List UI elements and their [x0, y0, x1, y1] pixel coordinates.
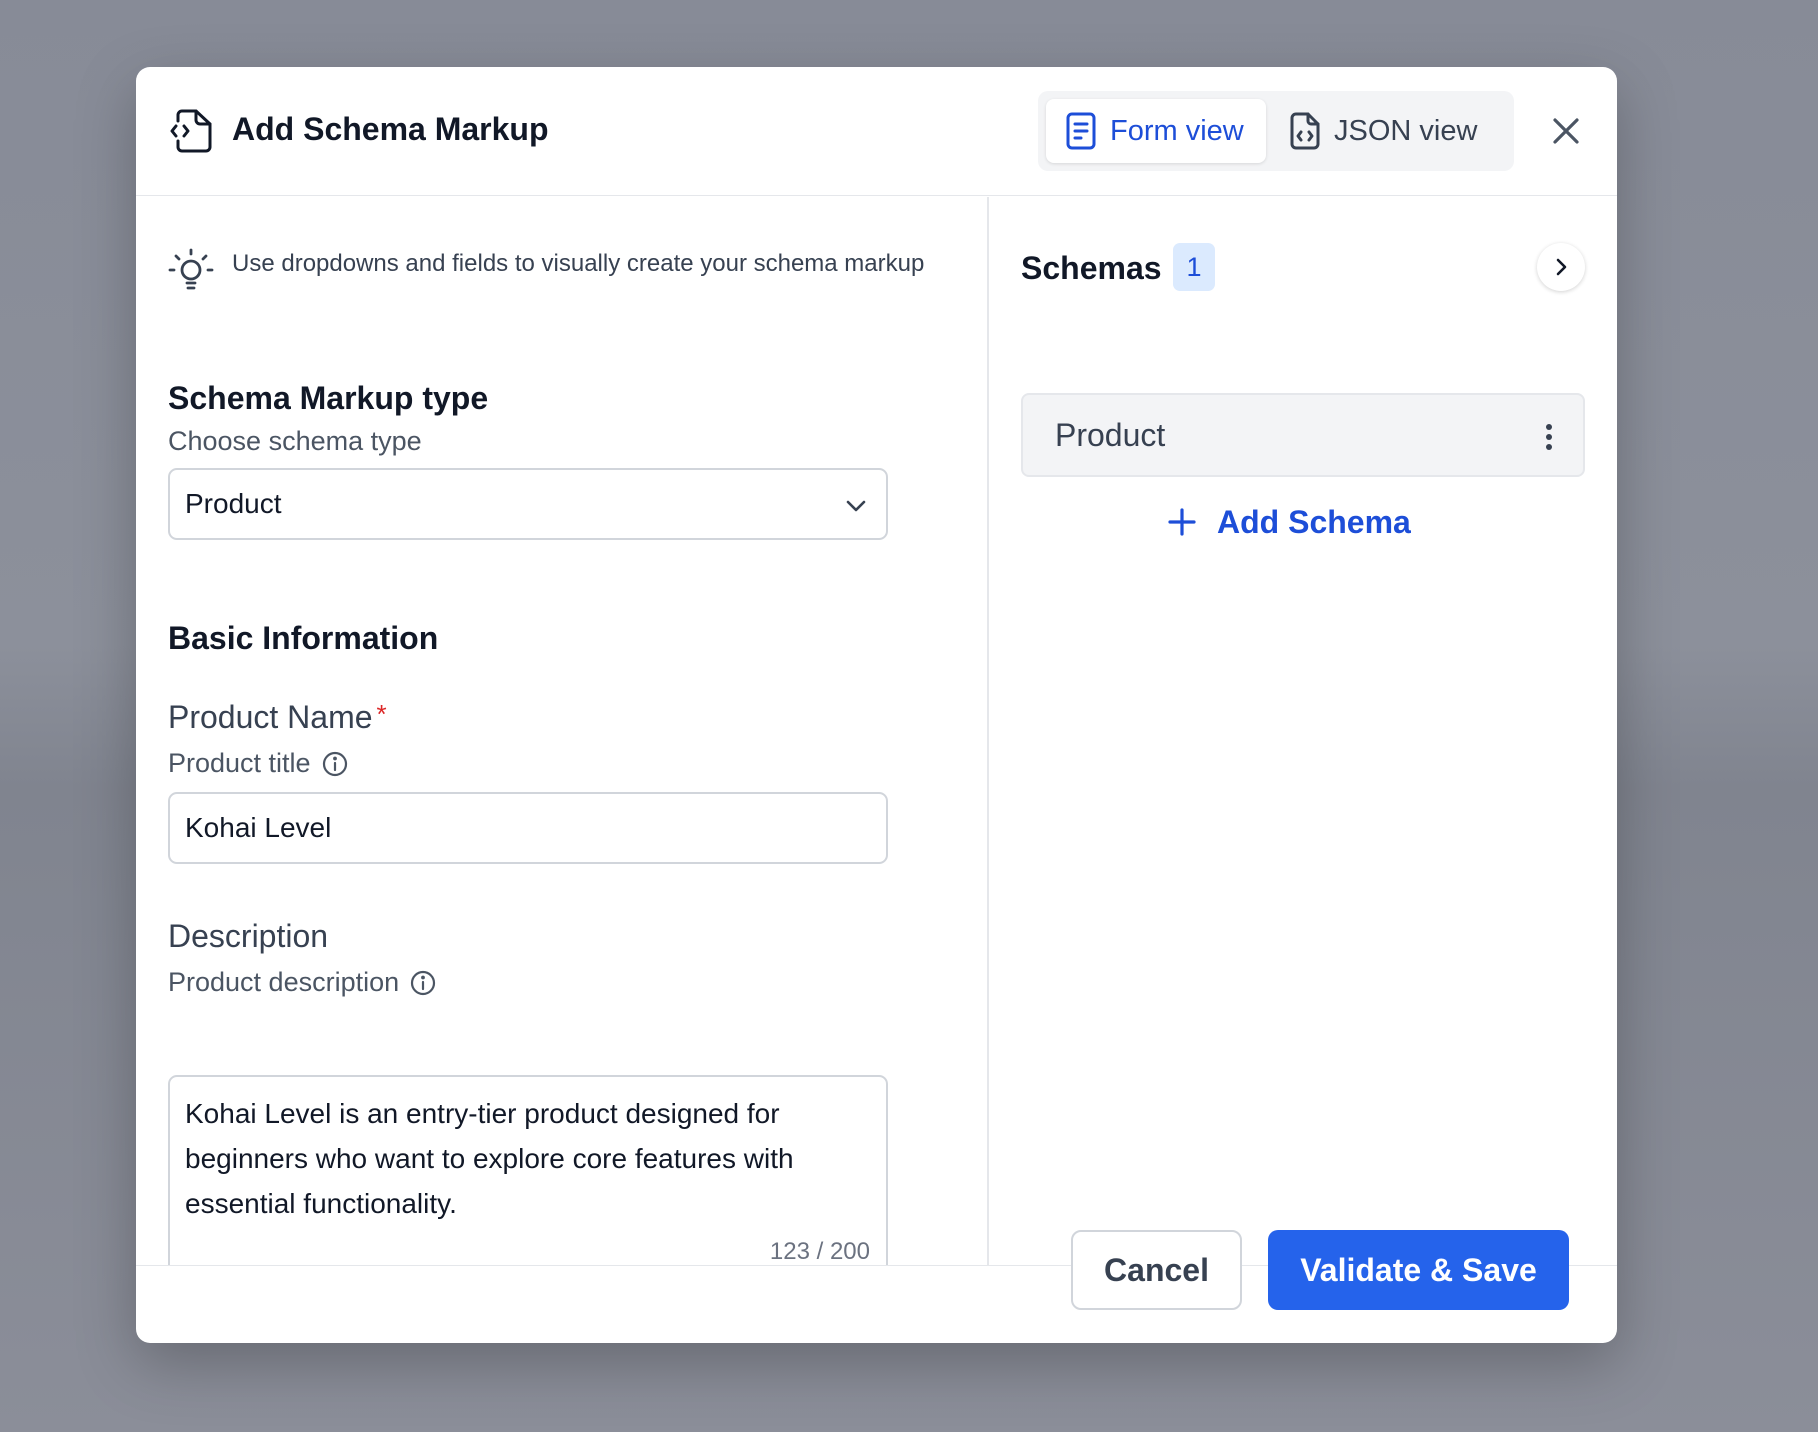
more-options-icon[interactable] — [1545, 423, 1553, 451]
schemas-count-badge: 1 — [1173, 243, 1215, 291]
validate-save-button[interactable]: Validate & Save — [1268, 1230, 1569, 1310]
code-file-icon — [1290, 112, 1320, 150]
schema-type-select[interactable]: Product — [168, 468, 888, 540]
schemas-panel: Schemas 1 Product Add Schema — [989, 197, 1617, 1265]
product-name-input[interactable]: Kohai Level — [168, 792, 888, 864]
form-view-tab[interactable]: Form view — [1046, 99, 1266, 163]
product-name-label: Product Name * — [168, 699, 387, 736]
view-toggle: Form view JSON view — [1038, 91, 1514, 171]
json-view-label: JSON view — [1334, 114, 1478, 147]
lightbulb-icon — [168, 248, 214, 290]
schema-item-label: Product — [1055, 416, 1166, 453]
add-schema-button[interactable]: Add Schema — [1167, 497, 1411, 547]
schema-file-code-icon — [170, 109, 212, 153]
product-name-label-text: Product Name — [168, 699, 373, 735]
info-icon[interactable] — [409, 969, 437, 997]
chevron-down-icon — [846, 500, 866, 512]
form-tip-text: Use dropdowns and fields to visually cre… — [232, 250, 925, 277]
description-value: Kohai Level is an entry-tier product des… — [185, 1098, 794, 1219]
schema-list-item[interactable]: Product — [1021, 393, 1585, 477]
json-view-tab[interactable]: JSON view — [1274, 99, 1506, 163]
expand-panel-button[interactable] — [1537, 243, 1585, 291]
schemas-heading: Schemas — [1021, 250, 1162, 286]
close-icon[interactable] — [1548, 113, 1584, 149]
add-schema-markup-dialog: Add Schema Markup Form view JSON view Us… — [136, 67, 1617, 1343]
description-label-text: Description — [168, 918, 329, 954]
description-textarea[interactable]: Kohai Level is an entry-tier product des… — [168, 1075, 888, 1265]
character-count: 123 / 200 — [769, 1238, 870, 1265]
required-asterisk: * — [376, 699, 387, 729]
description-label: Description — [168, 918, 328, 955]
description-help-text: Product description — [168, 967, 400, 997]
product-name-help: Product title — [168, 748, 349, 779]
schema-type-help: Choose schema type — [168, 426, 422, 457]
schema-type-selected-value: Product — [185, 488, 282, 519]
dialog-header: Add Schema Markup Form view JSON view — [136, 67, 1617, 196]
product-name-value: Kohai Level — [185, 812, 332, 843]
cancel-button[interactable]: Cancel — [1071, 1230, 1242, 1310]
basic-information-heading: Basic Information — [168, 620, 439, 656]
chevron-right-icon — [1556, 258, 1567, 276]
form-view-label: Form view — [1110, 114, 1244, 147]
add-schema-label: Add Schema — [1217, 503, 1411, 540]
product-name-help-text: Product title — [168, 748, 311, 778]
plus-icon — [1168, 508, 1196, 536]
info-icon[interactable] — [321, 750, 349, 778]
form-document-icon — [1066, 112, 1096, 150]
schema-form-panel: Use dropdowns and fields to visually cre… — [136, 197, 987, 1265]
schema-type-help-text: Choose schema type — [168, 426, 422, 456]
dialog-title: Add Schema Markup — [232, 111, 549, 147]
description-help: Product description — [168, 967, 437, 998]
schema-type-heading: Schema Markup type — [168, 380, 489, 416]
